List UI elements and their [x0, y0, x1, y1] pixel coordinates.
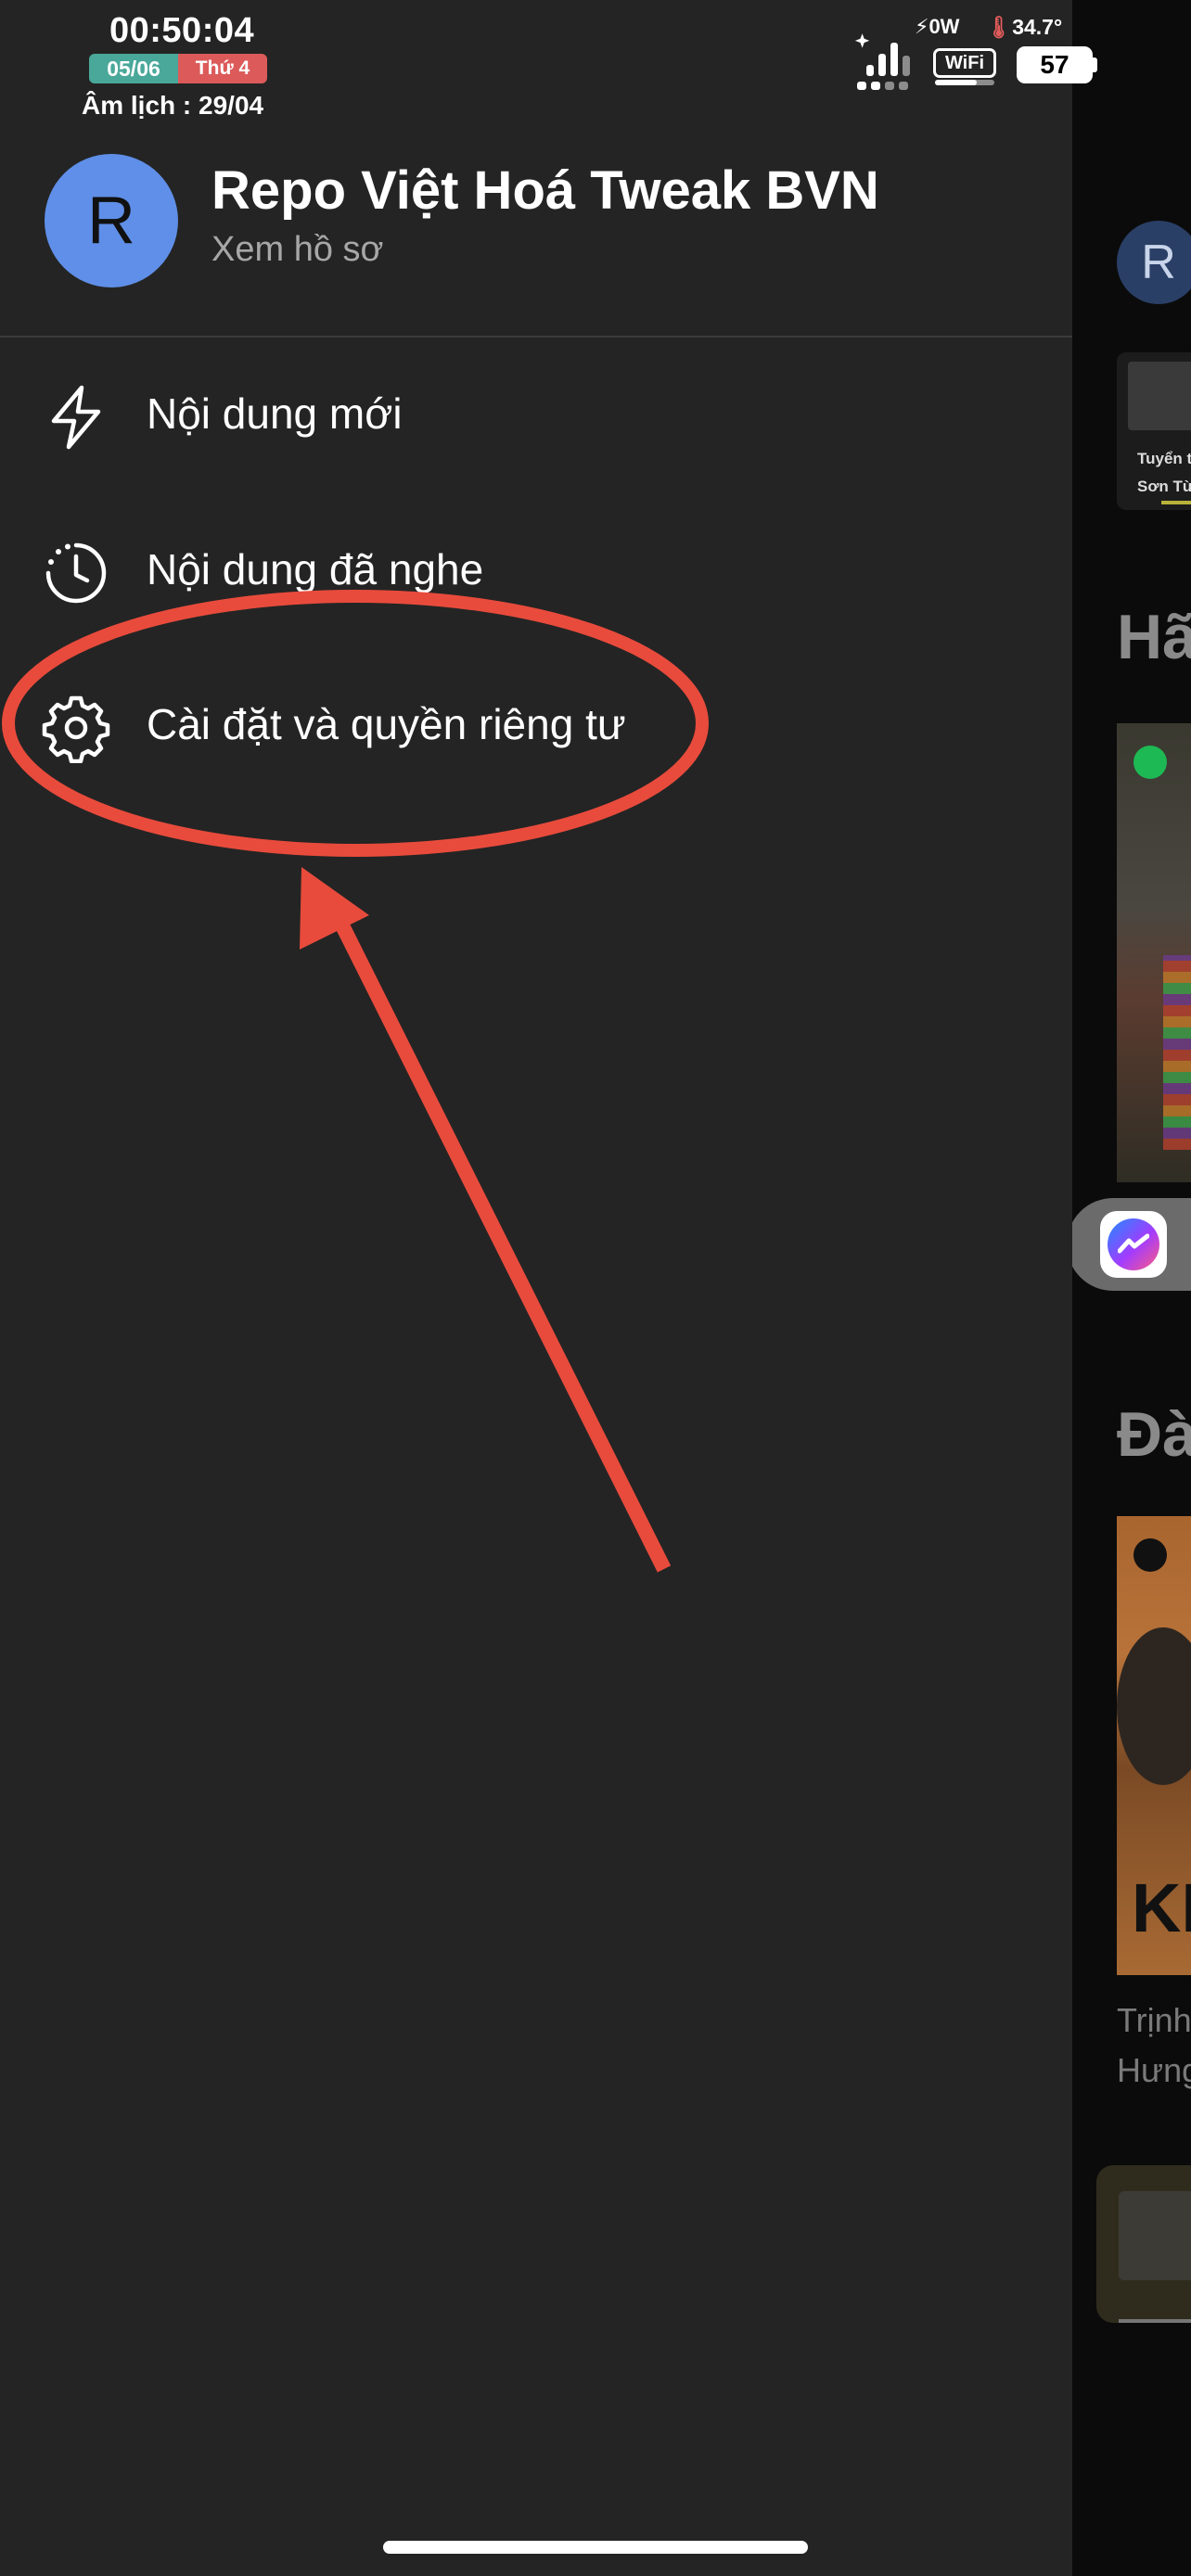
background-artist-text: Trịnh: [1117, 2001, 1191, 2039]
background-playlist-card: Tuyển t Sơn Tùn: [1117, 352, 1191, 510]
battery-indicator: 57: [1017, 46, 1093, 83]
spotify-icon: [1133, 746, 1167, 779]
mini-player-progress: [1119, 2319, 1191, 2323]
background-album-art: KI: [1117, 1516, 1191, 1975]
drawer-divider: [0, 336, 1072, 338]
status-lunar-date: Âm lịch : 29/04: [82, 91, 264, 120]
cellular-signal-icon: [854, 33, 910, 90]
battery-tip: [1093, 57, 1097, 72]
playlist-card-title: Tuyển t: [1137, 450, 1191, 467]
background-mini-player: [1096, 2165, 1191, 2323]
menu-item-label: Cài đặt và quyền riêng tư: [147, 700, 626, 748]
messenger-logo: [1108, 1218, 1159, 1270]
messenger-bolt-icon: [1118, 1233, 1149, 1254]
background-section-heading: Hã: [1117, 602, 1191, 672]
status-date-badge: 05/06: [89, 54, 178, 83]
album-art-pattern: [1163, 955, 1191, 1150]
playlist-thumbnail: [1128, 362, 1191, 430]
history-clock-icon: [45, 542, 107, 604]
menu-item-listening-history[interactable]: Nội dung đã nghe: [0, 504, 1072, 643]
menu-item-settings-privacy[interactable]: Cài đặt và quyền riêng tư: [0, 658, 1072, 797]
wifi-strength-bar: [935, 80, 994, 85]
home-indicator[interactable]: [383, 2541, 808, 2554]
profile-name[interactable]: Repo Việt Hoá Tweak BVN: [211, 159, 879, 222]
background-avatar: R: [1117, 221, 1191, 304]
messenger-chat-bubble[interactable]: [1067, 1198, 1191, 1291]
gear-icon: [42, 695, 110, 763]
menu-item-whats-new[interactable]: Nội dung mới: [0, 348, 1072, 487]
menu-item-label: Nội dung đã nghe: [147, 545, 484, 593]
status-weekday-badge: Thứ 4: [178, 54, 267, 83]
status-time: 00:50:04: [109, 11, 255, 50]
spotify-icon: [1133, 1538, 1167, 1572]
status-temperature: 🌡34.7°: [985, 15, 1062, 40]
playlist-card-subtitle: Sơn Tùn: [1137, 478, 1191, 495]
status-power: ⚡0W: [915, 15, 960, 38]
background-section-heading: Đà: [1117, 1399, 1191, 1470]
background-artist-text: Hưng: [1117, 2051, 1191, 2089]
menu-item-label: Nội dung mới: [147, 389, 403, 438]
thermometer-icon: 🌡: [985, 15, 1013, 39]
playlist-card-progress: [1161, 501, 1191, 504]
status-temperature-value: 34.7°: [1012, 15, 1063, 39]
album-art-text: KI: [1132, 1869, 1191, 1946]
messenger-icon[interactable]: [1100, 1211, 1167, 1278]
profile-avatar[interactable]: R: [45, 154, 178, 287]
wifi-icon: WiFi: [933, 48, 996, 78]
lightning-icon: [51, 385, 101, 450]
view-profile-link[interactable]: Xem hồ sơ: [211, 230, 383, 270]
album-art-portrait: [1117, 1627, 1191, 1785]
side-drawer: 00:50:04 05/06 Thứ 4 Âm lịch : 29/04 ⚡0W…: [0, 0, 1097, 2576]
background-album-art: [1117, 723, 1191, 1182]
mini-player-art: [1119, 2191, 1191, 2280]
